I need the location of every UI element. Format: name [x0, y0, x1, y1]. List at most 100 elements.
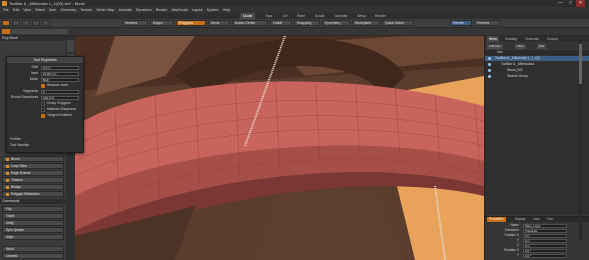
3d-viewport[interactable] — [75, 36, 484, 260]
falloff-button[interactable]: Falloff — [270, 20, 292, 26]
tab-items[interactable]: Items — [487, 36, 500, 42]
list-item[interactable]: Wood_001 — [485, 68, 589, 73]
loop-tool-icon[interactable] — [58, 29, 68, 34]
maximize-button[interactable]: □ — [566, 0, 575, 7]
command-label: Spin Quads — [6, 228, 24, 232]
shift-field[interactable]: 0 mm — [41, 65, 79, 70]
command-unify[interactable]: Unify — [2, 220, 64, 226]
group-polygons-checkbox[interactable] — [41, 101, 45, 106]
close-button[interactable]: ✕ — [576, 0, 585, 7]
rotation-x-field[interactable]: 0.0 ° — [523, 248, 567, 253]
viewport-scene — [75, 36, 484, 260]
command-label: Weld — [6, 247, 14, 251]
prop-absolute-inset: Absolute Inset — [10, 83, 80, 88]
filter-button[interactable]: Filter — [515, 43, 526, 49]
prop-label: Inset — [30, 71, 38, 75]
action-center-button[interactable]: Action Center — [232, 20, 268, 26]
segments-field[interactable]: 2 — [41, 89, 79, 94]
inset-field[interactable]: 21.85 mm — [41, 71, 79, 76]
tab-tool[interactable]: Tool — [545, 217, 555, 222]
workplane-button[interactable]: Workplane — [352, 20, 380, 26]
tab-shading[interactable]: Shading — [503, 36, 519, 42]
prop-profiles[interactable]: Profiles — [10, 137, 80, 142]
prop-tool-handles[interactable]: Tool Handles — [10, 143, 80, 148]
tab-channels[interactable]: Channels — [523, 36, 541, 42]
position-z-field[interactable]: 0 m — [523, 243, 567, 248]
prop-tangent-enabled: Tangent Enabled — [10, 113, 80, 118]
add-item-button[interactable]: Add Item — [487, 43, 504, 49]
maintain-sharpness-checkbox[interactable] — [41, 107, 45, 112]
list-item[interactable]: Texture Group — [485, 74, 589, 79]
visibility-eye-icon[interactable] — [488, 57, 491, 60]
command-spin-quads[interactable]: Spin Quads — [2, 227, 64, 233]
column-label: Item — [497, 50, 504, 54]
command-flip[interactable]: Flip — [2, 206, 64, 212]
tool-bevel[interactable]: Bevel — [2, 156, 64, 162]
tool-edge-extend[interactable]: Edge Extend — [2, 170, 64, 176]
vertices-button[interactable]: Vertices — [122, 20, 148, 26]
tool-label: Bridge — [11, 185, 21, 189]
properties-panel: Properties Display Lists Tool Name Main_L… — [485, 216, 589, 260]
tab-display[interactable]: Display — [513, 217, 527, 222]
prop-maintain-sharpness: Maintain Sharpness — [10, 107, 80, 112]
command-triple[interactable]: Triple — [2, 213, 64, 219]
scale-icon[interactable] — [42, 20, 50, 26]
render-button[interactable]: Render — [450, 20, 472, 26]
tangent-enabled-checkbox[interactable] — [41, 113, 45, 118]
absolute-inset-checkbox[interactable] — [41, 83, 45, 88]
tool-bridge[interactable]: Bridge — [2, 184, 64, 190]
snapping-button[interactable]: Snapping — [294, 20, 320, 26]
prop-shift: Shift 0 mm — [10, 65, 80, 70]
tool-thicken[interactable]: Thicken — [2, 177, 64, 183]
name-field[interactable]: Main_Layer — [523, 223, 567, 228]
main-toolbar: Vertices Edges Polygons Items Action Cen… — [0, 19, 589, 28]
check-label: Maintain Sharpness — [47, 107, 77, 111]
roundness-field[interactable]: 100.0 % — [41, 95, 79, 100]
visibility-eye-icon[interactable] — [488, 75, 491, 78]
menu-icon[interactable] — [2, 20, 10, 26]
command-unweld[interactable]: Unweld — [2, 253, 64, 259]
quick-select-button[interactable]: Quick Select — [382, 20, 414, 26]
bevel-icon — [6, 157, 9, 161]
modo-window: ToolBar & _Milerlooks 1_1(Q3).lxo* - Mod… — [0, 0, 589, 260]
symmetry-button[interactable]: Symmetry — [322, 20, 350, 26]
prop-label: Shift — [31, 65, 38, 69]
tab-lists[interactable]: Lists — [531, 217, 542, 222]
items-button[interactable]: Items — [208, 20, 230, 26]
edges-button[interactable]: Edges — [150, 20, 174, 26]
tool-label: Polygon Reduction — [11, 192, 40, 196]
tool-label: Thicken — [11, 178, 23, 182]
tool-label: Loop Slice — [11, 164, 27, 168]
tool-loop-slice[interactable]: Loop Slice — [2, 163, 64, 169]
title-bar: ToolBar & _Milerlooks 1_1(Q3).lxo* - Mod… — [0, 0, 589, 7]
properties-tabs: Properties Display Lists Tool — [485, 217, 589, 222]
tool-polygon-reduction[interactable]: Polygon Reduction — [2, 191, 64, 197]
select-icon[interactable] — [12, 20, 20, 26]
visibility-eye-icon[interactable] — [488, 63, 491, 66]
command-weld[interactable]: Weld — [2, 246, 64, 252]
list-item[interactable]: ToolBar & _Milerlooks1 — [485, 62, 589, 67]
transform-field[interactable]: Translate — [523, 228, 567, 233]
list-item[interactable]: ToolBar & _Milerlooks 1_1_Q3 — [485, 56, 589, 61]
polygons-button[interactable]: Polygons — [176, 20, 206, 26]
rotate-icon[interactable] — [32, 20, 40, 26]
edit-button[interactable]: Edit — [537, 43, 547, 49]
preview-button[interactable]: Preview — [474, 20, 500, 26]
visibility-eye-icon[interactable] — [488, 69, 491, 72]
scrollbar-thumb[interactable] — [579, 44, 582, 84]
position-y-field[interactable]: 0 m — [523, 238, 567, 243]
tab-groups[interactable]: Groups — [545, 36, 560, 42]
command-align[interactable]: Align — [2, 234, 64, 240]
minimize-button[interactable]: — — [556, 0, 565, 7]
position-x-field[interactable]: 0 m — [523, 233, 567, 238]
items-toolbar: Add Item Filter Edit — [485, 43, 589, 49]
reduction-icon — [6, 192, 9, 196]
rotation-y-field[interactable]: 0.0 ° — [523, 253, 567, 258]
side-tab-basic[interactable] — [67, 40, 74, 52]
mode-dropdown[interactable]: Both — [41, 77, 79, 82]
prop-key: Y — [516, 253, 519, 257]
move-icon[interactable] — [22, 20, 30, 26]
right-panel: Items Shading Channels Groups Add Item F… — [484, 36, 589, 260]
tab-properties[interactable]: Properties — [487, 217, 506, 222]
command-label: Unweld — [6, 254, 18, 258]
